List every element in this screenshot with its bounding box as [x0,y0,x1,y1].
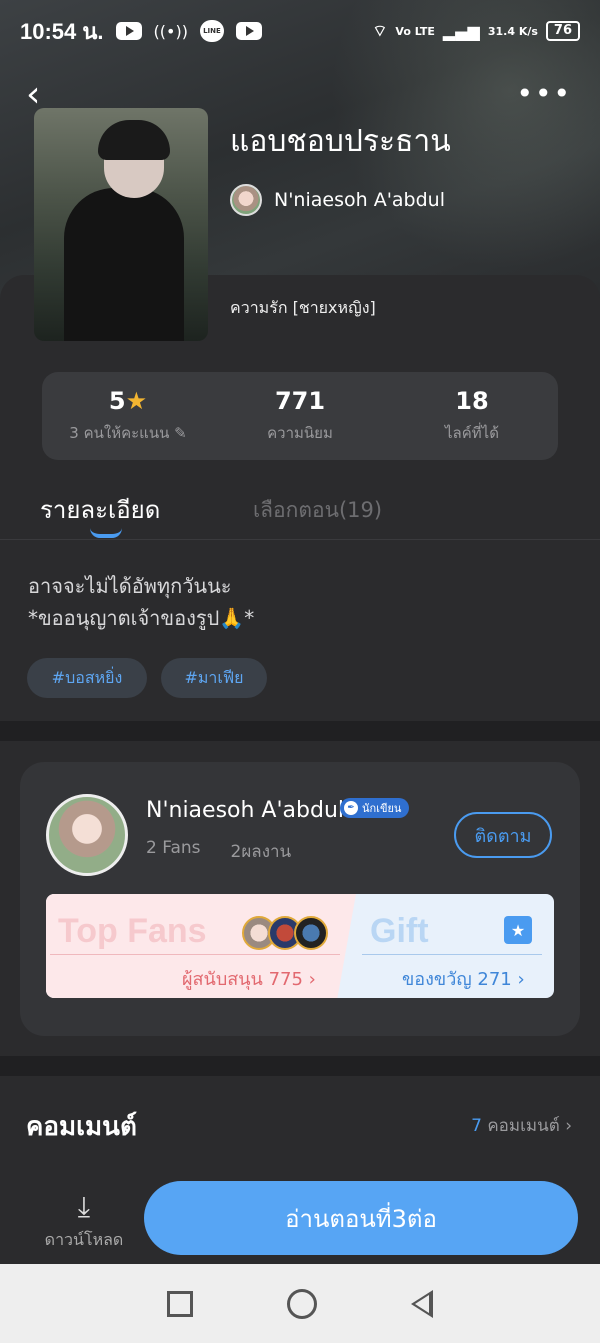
tag-chip[interactable]: #บอสหยิ่ง [27,658,147,698]
avatar [230,184,262,216]
author-name: N'niaesoh A'abdul [274,189,445,211]
likes-stat: 18 ไลค์ที่ได้ [386,372,558,460]
chevron-right-icon: › [565,1116,572,1136]
likes-label: ไลค์ที่ได้ [445,424,499,442]
gifts-link[interactable]: ของขวัญ 271 › [402,964,525,993]
popularity-label: ความนิยม [267,424,333,442]
author-card-name[interactable]: N'niaesoh A'abdul [146,798,344,823]
continue-reading-button[interactable]: อ่านตอนที่3ต่อ [144,1181,578,1255]
gift-icon: ★ [504,916,532,944]
fans-count: 2 Fans [146,838,201,858]
comments-title: คอมเมนต์ [26,1112,137,1142]
pen-icon: ✒ [344,801,358,815]
tab-indicator [90,528,122,538]
fans-gift-panel: Top Fans ผู้สนับสนุน 775 › Gift ★ ของขวั… [46,894,554,998]
section-divider [0,1056,600,1076]
back-nav-icon[interactable] [411,1289,433,1318]
chevron-right-icon: › [308,969,316,990]
more-menu-icon[interactable]: ••• [516,80,572,108]
wifi-icon: ⌔ [372,21,388,40]
author-avatar[interactable] [46,794,128,876]
recents-icon[interactable] [167,1290,193,1317]
youtube-icon [235,22,262,40]
download-button[interactable]: ⤓ ดาวน์โหลด [44,1190,124,1253]
badge-label: นักเขียน [362,802,402,815]
divider [362,954,542,955]
comments-count-label: คอมเมนต์ [487,1116,560,1136]
tag-chip[interactable]: #มาเฟีย [161,658,267,698]
network-label: Vo LTE [395,24,435,38]
line-icon: LINE [199,20,224,42]
novel-cover-image [34,108,208,341]
popularity-stat: 771 ความนิยม [214,372,386,460]
star-icon: ★ [125,387,148,415]
supporters-link[interactable]: ผู้สนับสนุน 775 › [182,964,316,993]
divider [50,954,340,955]
rating-stat[interactable]: 5★ 3 คนให้คะแนน ✎ [42,372,214,460]
stats-panel: 5★ 3 คนให้คะแนน ✎ 771 ความนิยม 18 ไลค์ที… [42,372,558,460]
home-icon[interactable] [287,1288,317,1319]
writer-badge: ✒ นักเขียน [340,798,410,818]
signal-icon: ▂▄▆ [442,21,480,41]
status-bar: 10:54 น. ((•)) LINE ⌔ Vo LTE ▂▄▆ 31.4 K/… [0,0,600,62]
comments-link[interactable]: 7 คอมเมนต์ › [471,1112,572,1139]
avatar [294,916,328,950]
description: อาจจะไม่ได้อัพทุกวันนะ *ขออนุญาตเจ้าของร… [28,570,254,634]
speed-label: 31.4 K/s [487,24,538,38]
tab-bar: รายละเอียด เลือกตอน(19) [0,490,600,540]
rating-label: 3 คนให้คะแนน [69,424,170,442]
broadcast-icon: ((•)) [153,21,188,41]
gifts-label: ของขวัญ 271 [402,969,512,990]
author-card: N'niaesoh A'abdul ✒ นักเขียน 2 Fans 2ผลง… [20,762,580,1036]
status-time: 10:54 น. [20,18,104,44]
download-label: ดาวน์โหลด [44,1230,124,1249]
download-icon: ⤓ [77,1190,91,1223]
top-fans-title: Top Fans [58,912,207,950]
battery-icon: 76 [545,21,580,41]
rating-value: 5 [108,387,126,415]
comments-count: 7 [471,1116,482,1136]
edit-icon[interactable]: ✎ [174,424,187,442]
tab-chapters[interactable]: เลือกตอน(19) [253,494,382,527]
section-divider [0,721,600,741]
genre-label: ความรัก [ชายxหญิง] [230,298,376,317]
youtube-icon [115,22,142,40]
works-count: 2ผลงาน [230,842,292,862]
top-fans-avatars [242,916,328,950]
tab-details[interactable]: รายละเอียด [40,490,160,529]
description-line: อาจจะไม่ได้อัพทุกวันนะ [28,574,232,598]
novel-title: แอบชอบประธาน [230,124,451,159]
follow-button[interactable]: ติดตาม [454,812,552,858]
supporters-label: ผู้สนับสนุน 775 [182,969,303,990]
popularity-value: 771 [274,387,326,415]
back-icon[interactable]: ‹ [26,77,40,113]
description-line: *ขออนุญาตเจ้าของรูป🙏* [28,606,255,630]
bottom-action-bar: ⤓ ดาวน์โหลด อ่านตอนที่3ต่อ [0,1172,600,1264]
top-fans-section[interactable]: Top Fans ผู้สนับสนุน 775 › [46,894,356,998]
author-link[interactable]: N'niaesoh A'abdul [230,184,445,216]
likes-value: 18 [455,387,489,415]
system-nav-bar [0,1264,600,1343]
gift-title: Gift [370,912,429,950]
chevron-right-icon: › [517,969,525,990]
